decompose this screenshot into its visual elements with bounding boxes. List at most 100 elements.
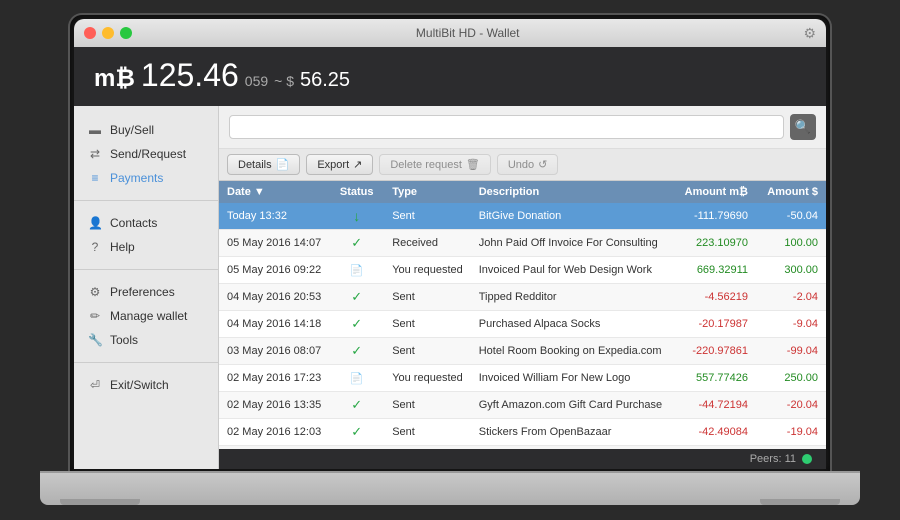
laptop-screen: MultiBit HD - Wallet ⚙ m₿ 125.46 059 ~ $… [70, 15, 830, 473]
cell-date: 04 May 2016 14:18 [219, 311, 329, 338]
cell-description: Gyft Amazon.com Gift Card Purchase [471, 392, 671, 419]
cell-amount-usd: 100.00 [756, 230, 826, 257]
arrow-icon: ↓ [349, 208, 365, 224]
sidebar-item-manage-wallet[interactable]: ✏ Manage wallet [74, 304, 218, 328]
cell-description: John Paid Off Invoice For Consulting [471, 230, 671, 257]
table-row[interactable]: 04 May 2016 20:53 ✓ Sent Tipped Redditor… [219, 284, 826, 311]
col-header-type[interactable]: Type [384, 181, 471, 203]
col-header-description[interactable]: Description [471, 181, 671, 203]
table-row[interactable]: 05 May 2016 14:07 ✓ Received John Paid O… [219, 230, 826, 257]
sidebar-item-buy-sell[interactable]: ▬ Buy/Sell [74, 118, 218, 142]
cell-amount-btc: -20.17987 [671, 311, 756, 338]
cell-status: ✓ [329, 230, 384, 257]
undo-icon: ↺ [538, 158, 547, 171]
cell-amount-usd: -9.04 [756, 311, 826, 338]
cell-status: ✓ [329, 311, 384, 338]
cell-date: 05 May 2016 09:22 [219, 257, 329, 284]
laptop-foot-left [60, 499, 140, 505]
gear-icon: ⚙ [803, 25, 816, 42]
table-row[interactable]: 02 May 2016 13:35 ✓ Sent Gyft Amazon.com… [219, 392, 826, 419]
balance-btc: 125.46 [141, 57, 239, 94]
sidebar-section-main: ▬ Buy/Sell ⇄ Send/Request ≡ Payments [74, 114, 218, 194]
table-row[interactable]: 03 May 2016 08:07 ✓ Sent Hotel Room Book… [219, 338, 826, 365]
tools-icon: 🔧 [88, 333, 102, 347]
details-icon: 📄 [276, 158, 290, 171]
laptop-base [40, 473, 860, 505]
credit-card-icon: ▬ [88, 123, 102, 137]
balance-separator: ~ $ [274, 73, 294, 89]
person-icon: 👤 [88, 216, 102, 230]
cell-status: ✓ [329, 338, 384, 365]
col-header-amount-usd[interactable]: Amount $ [756, 181, 826, 203]
sidebar-section-exit: ⏎ Exit/Switch [74, 369, 218, 401]
export-icon: ↗ [353, 158, 362, 171]
cell-status: 📄 [329, 257, 384, 284]
maximize-button[interactable] [120, 27, 132, 39]
sidebar-label-buy-sell: Buy/Sell [110, 123, 154, 137]
transactions-table[interactable]: Date ▼ Status Type Description Amount m₿… [219, 181, 826, 449]
screen-inner: MultiBit HD - Wallet ⚙ m₿ 125.46 059 ~ $… [74, 19, 826, 469]
table-row[interactable]: 04 May 2016 14:18 ✓ Sent Purchased Alpac… [219, 311, 826, 338]
sidebar-label-payments: Payments [110, 171, 163, 185]
cell-date: 02 May 2016 17:23 [219, 365, 329, 392]
check-icon: ✓ [349, 397, 365, 413]
close-button[interactable] [84, 27, 96, 39]
sidebar-divider-1 [74, 200, 218, 201]
cell-amount-usd: -19.04 [756, 419, 826, 446]
toolbar: Details 📄 Export ↗ Delete request 🗑 [219, 149, 826, 181]
table-row[interactable]: 05 May 2016 09:22 📄 You requested Invoic… [219, 257, 826, 284]
sidebar-item-exit-switch[interactable]: ⏎ Exit/Switch [74, 373, 218, 397]
search-button[interactable]: 🔍 [790, 114, 816, 140]
cell-description: Purchased Alpaca Socks [471, 311, 671, 338]
sidebar-item-preferences[interactable]: ⚙ Preferences [74, 280, 218, 304]
cell-amount-btc: 557.77426 [671, 365, 756, 392]
col-header-date[interactable]: Date ▼ [219, 181, 329, 203]
content-area: 🔍 Details 📄 Export ↗ [219, 106, 826, 469]
cell-status: ✓ [329, 284, 384, 311]
table-row[interactable]: 02 May 2016 12:03 ✓ Sent Stickers From O… [219, 419, 826, 446]
peers-status-dot [802, 454, 812, 464]
cell-status: ✓ [329, 419, 384, 446]
cell-amount-usd: 250.00 [756, 365, 826, 392]
search-input[interactable] [229, 115, 784, 139]
cell-amount-btc: -220.97861 [671, 338, 756, 365]
col-header-amount-btc[interactable]: Amount m₿ [671, 181, 756, 203]
sidebar-label-preferences: Preferences [110, 285, 175, 299]
table-row[interactable]: 02 May 2016 17:23 📄 You requested Invoic… [219, 365, 826, 392]
details-button[interactable]: Details 📄 [227, 154, 300, 175]
undo-button: Undo ↺ [497, 154, 559, 175]
preferences-icon: ⚙ [88, 285, 102, 299]
undo-label: Undo [508, 159, 534, 171]
export-button[interactable]: Export ↗ [306, 154, 373, 175]
cell-amount-btc: -111.79690 [671, 203, 756, 230]
transfer-icon: ⇄ [88, 147, 102, 161]
cell-type: Sent [384, 392, 471, 419]
check-icon: ✓ [349, 343, 365, 359]
sidebar-item-help[interactable]: ? Help [74, 235, 218, 259]
list-icon: ≡ [88, 171, 102, 185]
cell-description: Invoiced William For New Logo [471, 365, 671, 392]
header-bar: m₿ 125.46 059 ~ $ 56.25 [74, 47, 826, 106]
sidebar-item-payments[interactable]: ≡ Payments [74, 166, 218, 190]
sidebar-divider-2 [74, 269, 218, 270]
cell-date: 02 May 2016 12:03 [219, 419, 329, 446]
sidebar-item-contacts[interactable]: 👤 Contacts [74, 211, 218, 235]
cell-date: 05 May 2016 14:07 [219, 230, 329, 257]
cell-amount-usd: -50.04 [756, 203, 826, 230]
sidebar-item-tools[interactable]: 🔧 Tools [74, 328, 218, 352]
cell-date: 02 May 2016 13:35 [219, 392, 329, 419]
trash-icon: 🗑 [466, 158, 480, 171]
check-icon: ✓ [349, 316, 365, 332]
footer-bar: Peers: 11 [219, 449, 826, 469]
table-body: Today 13:32 ↓ Sent BitGive Donation -111… [219, 203, 826, 446]
sidebar-label-send-request: Send/Request [110, 147, 186, 161]
search-bar: 🔍 [219, 106, 826, 149]
minimize-button[interactable] [102, 27, 114, 39]
sidebar-item-send-request[interactable]: ⇄ Send/Request [74, 142, 218, 166]
currency-symbol: m₿ [94, 65, 135, 93]
balance-btc-small: 059 [245, 73, 268, 89]
col-header-status[interactable]: Status [329, 181, 384, 203]
traffic-lights [84, 27, 132, 39]
cell-type: You requested [384, 365, 471, 392]
table-row[interactable]: Today 13:32 ↓ Sent BitGive Donation -111… [219, 203, 826, 230]
